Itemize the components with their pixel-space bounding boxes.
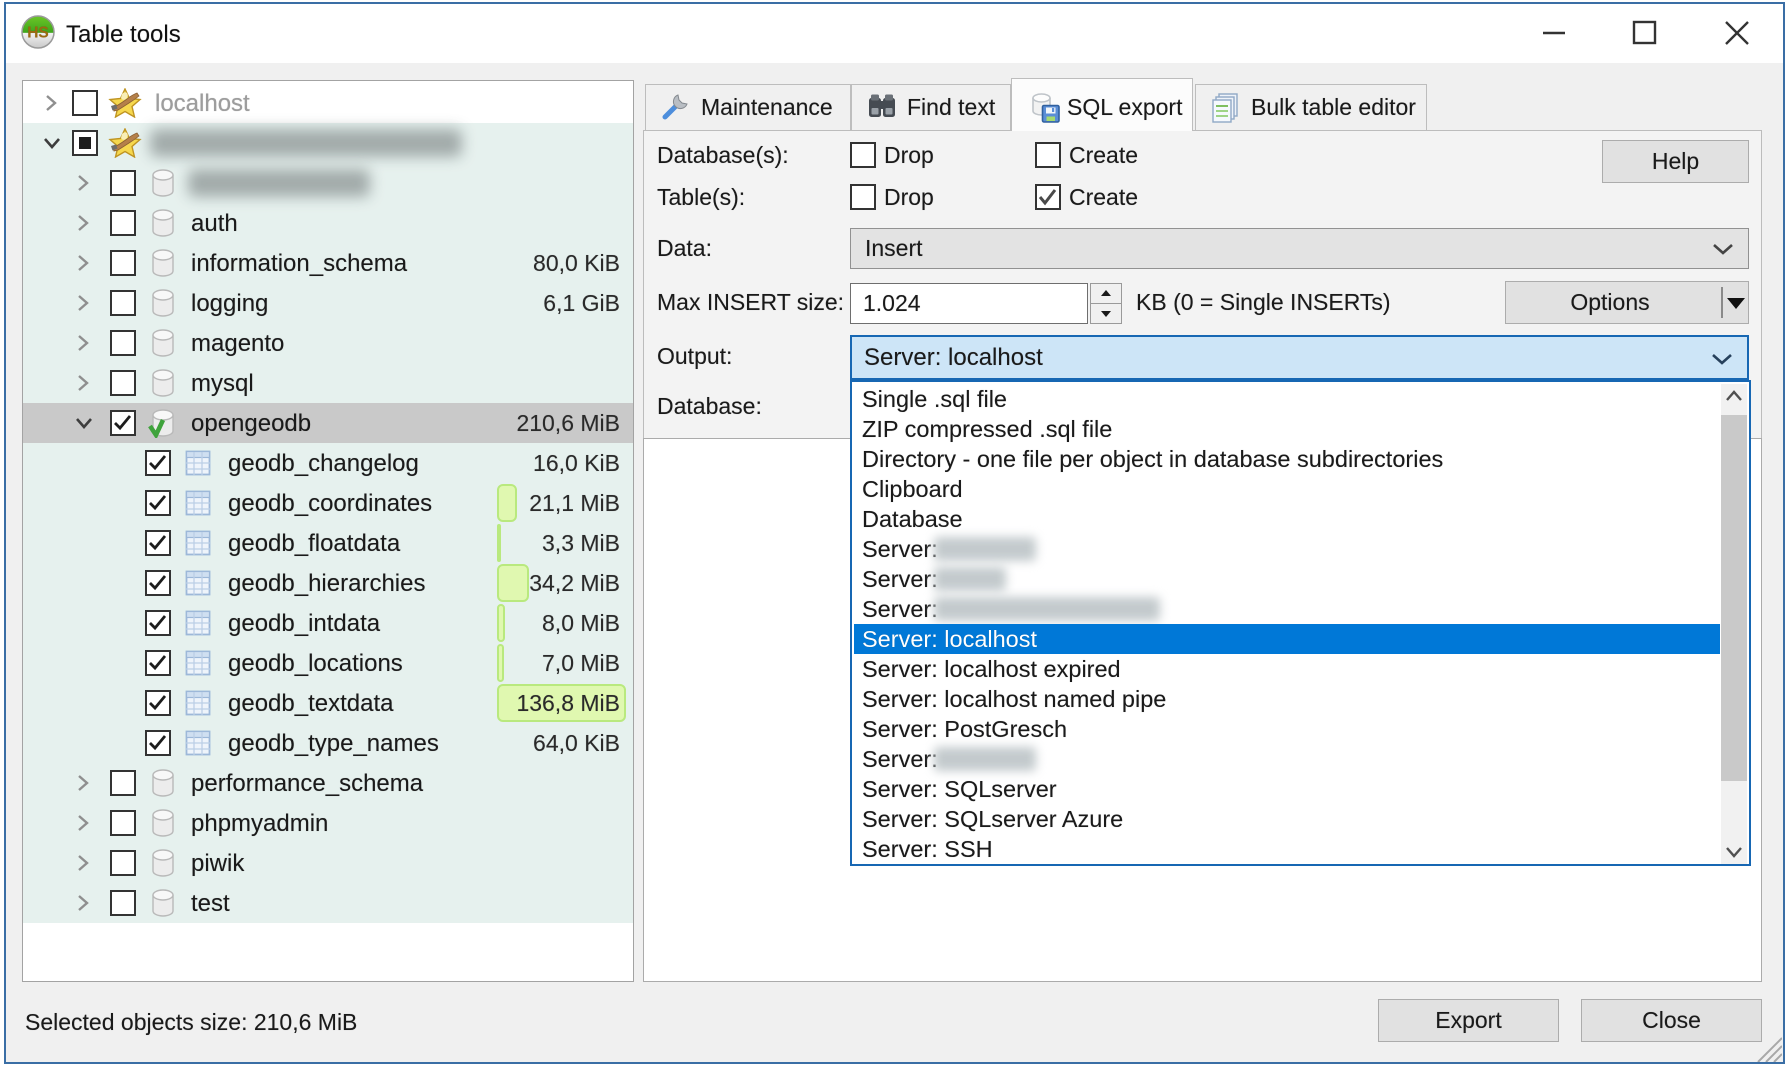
svg-text:HS: HS <box>27 25 49 42</box>
